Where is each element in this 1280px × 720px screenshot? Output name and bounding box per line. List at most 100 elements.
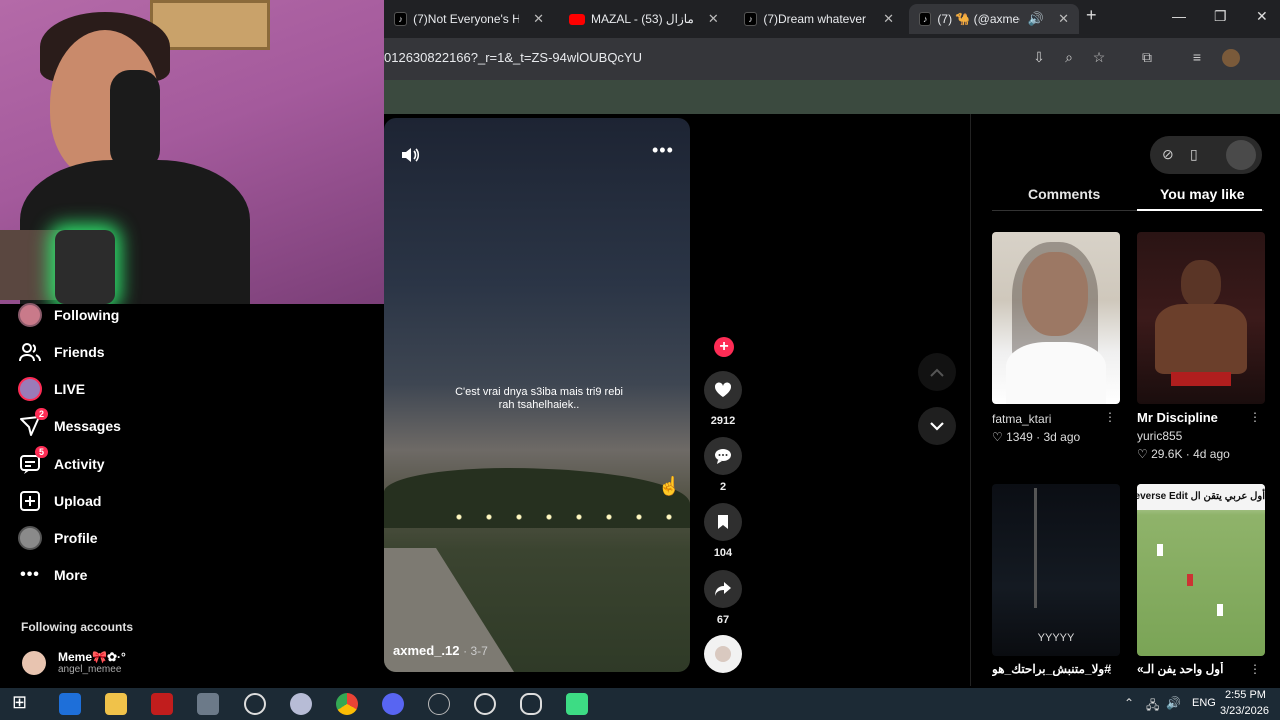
sidebar-item-activity[interactable]: 5 Activity <box>18 446 105 479</box>
network-icon[interactable]: 🖧 <box>1146 696 1159 717</box>
panel-divider <box>970 114 971 686</box>
save-button[interactable]: 104 <box>704 503 742 559</box>
more-vertical-icon[interactable]: ⋮ <box>1249 662 1261 676</box>
previous-video-button[interactable] <box>918 353 956 391</box>
card-username[interactable]: yuric855 <box>1137 429 1265 443</box>
new-tab-icon[interactable]: + <box>1086 5 1097 26</box>
video-thumbnail[interactable] <box>1137 232 1265 404</box>
following-accounts-heading: Following accounts <box>21 620 134 634</box>
paint-icon[interactable] <box>290 693 312 715</box>
sidebar-item-live[interactable]: LIVE <box>18 374 85 404</box>
close-tab-icon[interactable]: ✕ <box>883 11 894 27</box>
sidebar-item-more[interactable]: ••• More <box>18 560 87 590</box>
sidebar-item-friends[interactable]: Friends <box>18 337 105 367</box>
browser-tab[interactable]: ♪ (7)Not Everyone's He ✕ <box>384 4 554 34</box>
tiktok-icon: ♪ <box>394 12 408 26</box>
follow-plus-button[interactable]: + <box>714 337 734 357</box>
browser-tab[interactable]: MAZAL - مازال (53) ✕ <box>559 4 729 34</box>
browser-tab-active[interactable]: ♪ (7) 🐪 (@axmed_ 🔊 ✕ <box>909 4 1079 34</box>
card-age: 3d ago <box>1043 430 1081 444</box>
tab-comments[interactable]: Comments <box>1028 186 1100 202</box>
close-window-icon[interactable]: ✕ <box>1256 8 1268 25</box>
card-meta: ♡ 29.6K · 4d ago <box>1137 447 1230 461</box>
voicemod-icon[interactable] <box>151 693 173 715</box>
suggested-video-card[interactable]: YYYYY ⋮ #ولا_متنبش_براحتك_هو <box>992 484 1120 676</box>
tiktok-icon: ♪ <box>919 12 932 26</box>
youtube-icon <box>569 13 585 25</box>
browser-tab[interactable]: ♪ (7)Dream whatever y ✕ <box>734 4 904 34</box>
friends-icon <box>18 340 42 364</box>
more-vertical-icon[interactable]: ⋮ <box>1249 410 1261 424</box>
following-account-item[interactable]: Meme🎀✿·° angel_memee <box>22 650 126 675</box>
card-username[interactable]: fatma_ktari <box>992 412 1120 426</box>
share-button[interactable]: 67 <box>704 570 742 626</box>
phone-icon[interactable]: ▯ <box>1190 146 1198 163</box>
suggested-video-card[interactable]: ⋮ Mr Discipline yuric855 ♡ 29.6K · 4d ag… <box>1137 232 1265 461</box>
card-title[interactable]: أول واحد يفن الـ» <box>1137 662 1265 676</box>
install-app-icon[interactable]: ⇩ <box>1030 49 1048 67</box>
video-thumbnail[interactable] <box>992 232 1120 404</box>
video-author-line[interactable]: axmed_.12 · 3-7 <box>393 643 488 658</box>
video-player[interactable]: ••• C'est vrai dnya s3iba mais tri9 rebi… <box>384 118 690 672</box>
music-disc-button[interactable] <box>704 635 742 673</box>
card-likes: 29.6K <box>1151 447 1183 461</box>
bookmark-star-icon[interactable]: ☆ <box>1090 49 1108 67</box>
close-tab-icon[interactable]: ✕ <box>533 11 544 27</box>
windows-start-icon[interactable]: ⊞ <box>12 692 34 714</box>
more-options-icon[interactable]: ••• <box>652 140 674 161</box>
steam-icon[interactable] <box>244 693 266 715</box>
close-tab-icon[interactable]: ✕ <box>1058 11 1069 27</box>
android-icon[interactable] <box>566 693 588 715</box>
zoom-icon[interactable]: ⌕ <box>1060 49 1078 67</box>
sidebar-item-label: Upload <box>54 493 102 509</box>
clock-time[interactable]: 2:55 PM <box>1225 689 1266 701</box>
app-icon[interactable] <box>197 693 219 715</box>
discord-icon[interactable] <box>382 693 404 715</box>
sidebar-item-upload[interactable]: Upload <box>18 486 101 516</box>
extensions-icon[interactable]: ⧉ <box>1138 49 1156 67</box>
url-field[interactable]: 012630822166?_r=1&_t=ZS-94wlOUBQcYU <box>384 50 642 65</box>
media-controls-icon[interactable]: ≡ <box>1188 49 1206 67</box>
suggested-video-card[interactable]: ⋮ fatma_ktari ♡ 1349 · 3d ago <box>992 232 1120 444</box>
clock-date[interactable]: 3/23/2026 <box>1220 705 1269 717</box>
suggested-video-card[interactable]: أول عربي يتقن ال Reverse Edit ! ⋮ أول وا… <box>1137 484 1265 676</box>
headphones <box>110 70 160 170</box>
volume-tray-icon[interactable]: 🔊 <box>1166 696 1181 710</box>
speaker-icon[interactable]: 🔊 <box>1028 11 1044 27</box>
view-mode-controls: ⊘ ▯ <box>1150 136 1262 174</box>
video-thumbnail[interactable]: أول عربي يتقن ال Reverse Edit ! <box>1137 484 1265 656</box>
tray-chevron-up-icon[interactable]: ⌃ <box>1124 696 1134 710</box>
store-icon[interactable] <box>59 693 81 715</box>
profile-avatar-icon[interactable] <box>1226 140 1256 170</box>
file-explorer-icon[interactable] <box>105 693 127 715</box>
card-title[interactable]: Mr Discipline <box>1137 410 1265 425</box>
card-likes: 1349 <box>1006 430 1033 444</box>
like-count: 2912 <box>710 415 736 427</box>
app-icon[interactable] <box>520 693 542 715</box>
volume-icon[interactable] <box>400 146 420 169</box>
sidebar-item-following[interactable]: Following <box>18 300 119 330</box>
comment-button[interactable]: 2 <box>704 437 742 493</box>
like-button[interactable]: 2912 <box>704 371 742 427</box>
card-meta: ♡ 1349 · 3d ago <box>992 430 1081 444</box>
more-vertical-icon[interactable]: ⋮ <box>1104 662 1116 676</box>
video-author[interactable]: axmed_.12 <box>393 643 460 658</box>
video-thumbnail[interactable]: YYYYY <box>992 484 1120 656</box>
minimize-icon[interactable]: — <box>1172 8 1186 24</box>
sidebar-item-messages[interactable]: 2 Messages <box>18 408 121 441</box>
sidebar-item-profile[interactable]: Profile <box>18 523 98 553</box>
restore-icon[interactable]: ❐ <box>1214 8 1227 25</box>
chrome-icon[interactable] <box>336 693 358 715</box>
close-tab-icon[interactable]: ✕ <box>708 11 719 27</box>
tab-you-may-like[interactable]: You may like <box>1160 186 1245 202</box>
app-icon[interactable] <box>428 693 450 715</box>
compass-icon[interactable]: ⊘ <box>1162 146 1174 163</box>
comment-icon <box>704 437 742 475</box>
more-vertical-icon[interactable]: ⋮ <box>1104 410 1116 424</box>
card-title[interactable]: #ولا_متنبش_براحتك_هو <box>992 662 1120 676</box>
chevron-up-icon <box>930 368 944 377</box>
language-indicator[interactable]: ENG <box>1192 697 1216 709</box>
app-icon[interactable] <box>474 693 496 715</box>
next-video-button[interactable] <box>918 407 956 445</box>
profile-avatar-icon[interactable] <box>1222 49 1240 67</box>
